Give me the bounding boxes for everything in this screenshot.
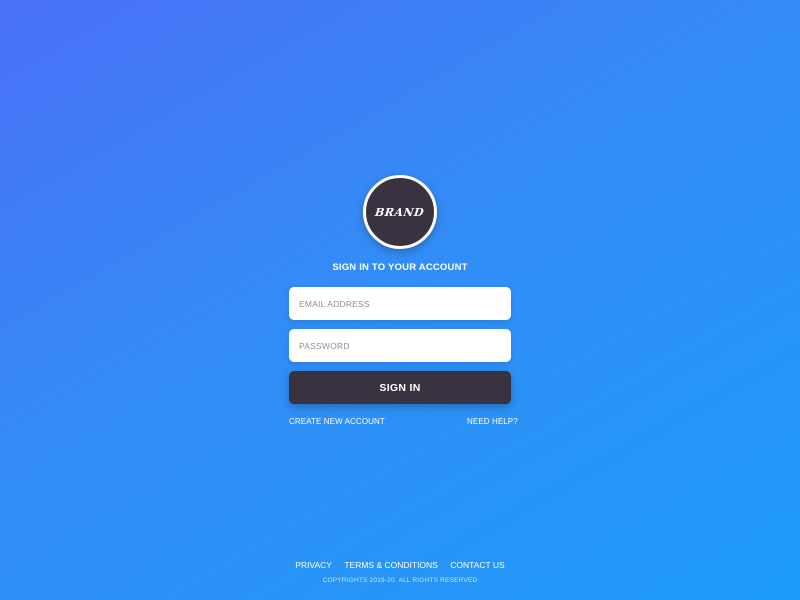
password-field[interactable] (289, 329, 511, 362)
footer-link-terms[interactable]: TERMS & CONDITIONS (344, 560, 438, 570)
brand-logo: BRAND (363, 175, 437, 249)
sign-in-heading: SIGN IN TO YOUR ACCOUNT (332, 262, 468, 273)
sign-in-button[interactable]: SIGN IN (289, 371, 511, 404)
footer-link-contact[interactable]: CONTACT US (450, 560, 504, 570)
create-account-link[interactable]: CREATE NEW ACCOUNT (289, 417, 385, 426)
login-page: BRAND SIGN IN TO YOUR ACCOUNT SIGN IN CR… (0, 0, 800, 600)
need-help-link[interactable]: NEED HELP? (467, 417, 518, 426)
copyright-text: COPYRIGHTS 2019-20. ALL RIGHTS RESERVED (322, 577, 478, 584)
brand-logo-text: BRAND (374, 205, 426, 219)
footer-link-privacy[interactable]: PRIVACY (295, 560, 332, 570)
footer-links: PRIVACY TERMS & CONDITIONS CONTACT US (0, 560, 800, 570)
email-field[interactable] (289, 287, 511, 320)
